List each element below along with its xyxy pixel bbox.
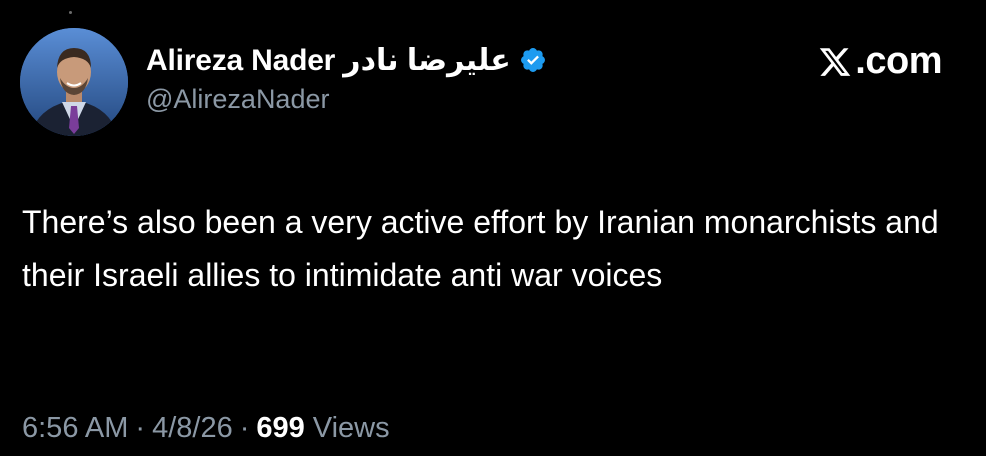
meta-separator: · xyxy=(135,412,146,444)
views-count[interactable]: 699 xyxy=(256,412,304,445)
verified-badge-icon[interactable] xyxy=(519,46,547,74)
decorative-dot xyxy=(69,11,72,14)
tweet-meta: 6:56 AM · 4/8/26 · 699 Views xyxy=(22,412,390,445)
avatar[interactable] xyxy=(20,28,128,136)
views-label: Views xyxy=(312,412,390,444)
name-row: Alireza Nader علیرضا نادر xyxy=(146,40,547,80)
meta-separator: · xyxy=(239,412,250,444)
tweet-text: There’s also been a very active effort b… xyxy=(22,204,939,293)
brand-label: .com xyxy=(818,40,942,83)
user-handle[interactable]: @AlirezaNader xyxy=(146,84,547,115)
avatar-image xyxy=(20,28,128,136)
tweet-card: Alireza Nader علیرضا نادر @AlirezaNader … xyxy=(0,0,986,456)
x-logo-icon xyxy=(818,45,852,79)
tweet-time[interactable]: 6:56 AM xyxy=(22,412,128,445)
tweet-date[interactable]: 4/8/26 xyxy=(152,412,233,445)
display-name[interactable]: Alireza Nader علیرضا نادر xyxy=(146,43,511,78)
brand-domain: .com xyxy=(855,40,942,82)
user-header: Alireza Nader علیرضا نادر @AlirezaNader xyxy=(146,40,547,115)
